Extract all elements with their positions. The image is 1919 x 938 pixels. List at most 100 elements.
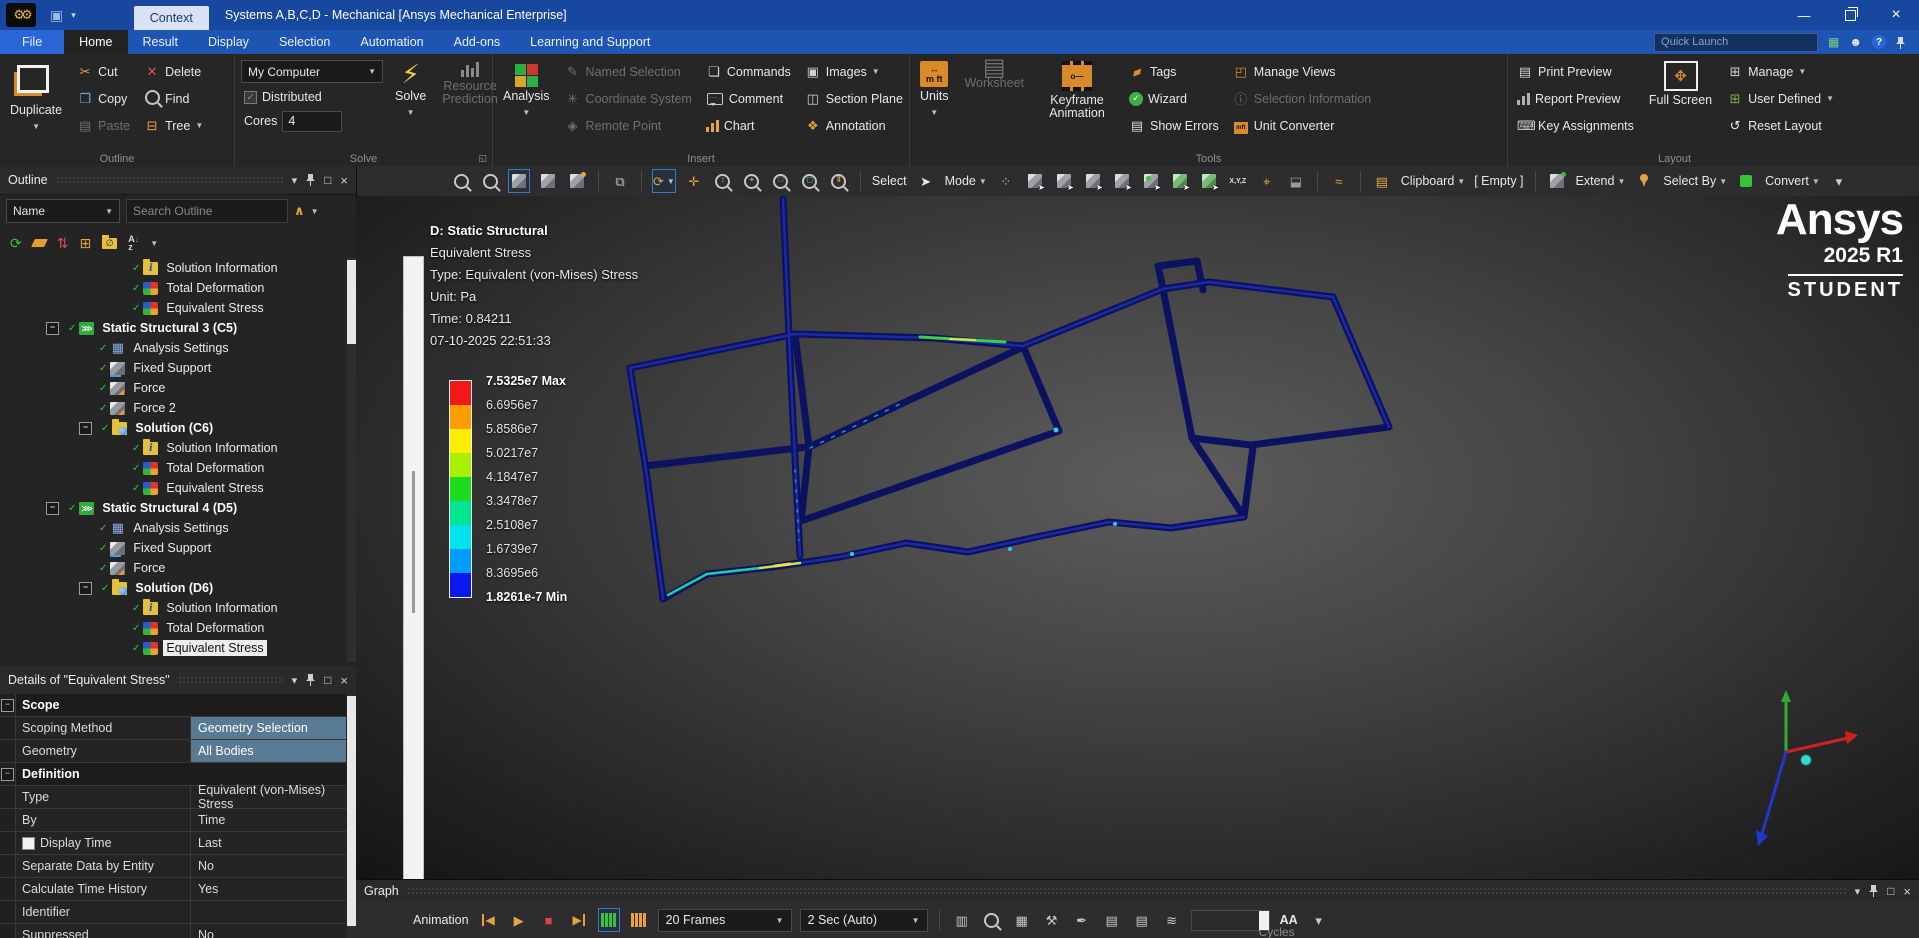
last-frame-button[interactable]: ▶ bbox=[568, 908, 590, 932]
sort-icon[interactable]: ⇅ bbox=[57, 235, 69, 252]
tree-item[interactable]: ✓ Force 2 bbox=[0, 398, 346, 418]
find-button[interactable]: Find bbox=[141, 85, 206, 112]
menu-item-learning-and-support[interactable]: Learning and Support bbox=[515, 30, 665, 54]
eraser-icon[interactable] bbox=[30, 239, 48, 247]
user-icon[interactable]: ☻ bbox=[1849, 35, 1862, 49]
refresh-icon[interactable]: ⟳ bbox=[10, 235, 22, 252]
menu-item-result[interactable]: Result bbox=[128, 30, 193, 54]
frames-select[interactable]: 20 Frames ▼ bbox=[657, 908, 792, 932]
node-select-icon[interactable]: ➤ bbox=[1140, 169, 1162, 193]
details-value[interactable]: No bbox=[191, 924, 346, 938]
outline-close-icon[interactable]: × bbox=[340, 173, 348, 188]
search-options-caret-icon[interactable]: ▼ bbox=[311, 207, 319, 216]
hidden-items-folder-icon[interactable]: ∅ bbox=[102, 234, 118, 249]
cores-field[interactable]: Cores 4 bbox=[241, 110, 383, 132]
details-value[interactable] bbox=[191, 901, 346, 923]
expander-icon[interactable]: − bbox=[46, 321, 59, 335]
manage-button[interactable]: ⊞ Manage ▼ bbox=[1724, 58, 1837, 85]
zoom-to-selection-icon[interactable]: ‖ bbox=[828, 169, 850, 193]
duration-select[interactable]: 2 Sec (Auto) ▼ bbox=[799, 908, 928, 932]
key-assignments-button[interactable]: ⌨ Key Assignments bbox=[1514, 112, 1637, 139]
show-errors-button[interactable]: ▤ Show Errors bbox=[1126, 112, 1222, 139]
display-time-checkbox[interactable] bbox=[22, 836, 35, 850]
save-icon[interactable]: ▣ bbox=[50, 7, 63, 24]
full-screen-button[interactable]: ✥ Full Screen bbox=[1645, 58, 1716, 110]
convert-dropdown[interactable]: Convert ▼ bbox=[1764, 169, 1821, 193]
tree-item[interactable]: ✓ Equivalent Stress bbox=[0, 298, 346, 318]
details-value[interactable]: Geometry Selection bbox=[191, 717, 346, 739]
tree-item[interactable]: ✓ Fixed Support bbox=[0, 358, 346, 378]
search-up-chevron-icon[interactable]: ∧ bbox=[294, 203, 305, 219]
path-icon[interactable]: ≈ bbox=[1328, 169, 1350, 193]
first-frame-button[interactable]: ◀ bbox=[478, 908, 500, 932]
vertex-select-icon[interactable]: ➤ bbox=[1024, 169, 1046, 193]
look-at-face-icon[interactable] bbox=[537, 169, 559, 193]
minimize-button[interactable]: — bbox=[1781, 0, 1827, 30]
element-face-select-icon[interactable]: ➤ bbox=[1198, 169, 1220, 193]
extend-icon[interactable] bbox=[1546, 169, 1568, 193]
tree-item[interactable]: − ✓ ⋙ Static Structural 4 (D5) bbox=[0, 498, 346, 518]
graph-close-icon[interactable]: × bbox=[1903, 884, 1911, 899]
waveform-button[interactable]: ≋ bbox=[1161, 908, 1183, 932]
expand-all-icon[interactable]: ⊞ bbox=[79, 235, 91, 252]
xyz-pick-icon[interactable]: X,Y,Z bbox=[1227, 169, 1249, 193]
tree-button[interactable]: ⊟ Tree ▼ bbox=[141, 112, 206, 139]
export-video-button[interactable]: ▥ bbox=[951, 908, 973, 932]
zoom-fit-icon[interactable]: ◻ bbox=[799, 169, 821, 193]
result-contours-button[interactable] bbox=[597, 908, 620, 932]
box-zoom-icon[interactable]: □ bbox=[770, 169, 792, 193]
group-expander-icon[interactable]: − bbox=[1, 767, 14, 781]
graph-maximize-icon[interactable]: □ bbox=[1887, 884, 1894, 898]
quick-launch-input[interactable] bbox=[1654, 32, 1819, 52]
zoom-icon[interactable]: ↕ bbox=[712, 169, 734, 193]
quick-access-caret-icon[interactable]: ▾ bbox=[71, 10, 76, 21]
film-strip-a-button[interactable]: ▤ bbox=[1101, 908, 1123, 932]
solve-dialog-launcher-icon[interactable]: ◱ bbox=[478, 153, 487, 164]
delete-button[interactable]: ✕ Delete bbox=[141, 58, 206, 85]
details-value[interactable]: No bbox=[191, 855, 346, 877]
graph-pin-icon[interactable] bbox=[1869, 885, 1879, 897]
menu-item-selection[interactable]: Selection bbox=[264, 30, 345, 54]
outline-maximize-icon[interactable]: □ bbox=[324, 173, 331, 187]
face-select-icon[interactable]: ➤ bbox=[1082, 169, 1104, 193]
geometry-viewport[interactable]: D: Static Structural Equivalent Stress Typ… bbox=[356, 196, 1919, 880]
details-value[interactable]: All Bodies bbox=[191, 740, 346, 762]
cycles-input[interactable]: 3 Cycles bbox=[1190, 909, 1295, 938]
outline-search-input[interactable] bbox=[126, 199, 288, 223]
menu-item-file[interactable]: File bbox=[0, 30, 65, 54]
toolbar-overflow-icon[interactable]: ▾ bbox=[1828, 169, 1850, 193]
body-select-icon[interactable]: ➤ bbox=[1111, 169, 1133, 193]
user-defined-button[interactable]: ⊞ User Defined ▼ bbox=[1724, 85, 1837, 112]
clipboard-dropdown[interactable]: Clipboard ▼ bbox=[1400, 169, 1466, 193]
menu-item-automation[interactable]: Automation bbox=[345, 30, 438, 54]
tree-item[interactable]: ✓ Total Deformation bbox=[0, 278, 346, 298]
clipboard-icon[interactable]: ▤ bbox=[1371, 169, 1393, 193]
menu-item-add-ons[interactable]: Add-ons bbox=[439, 30, 516, 54]
manage-views-button[interactable]: ◰ Manage Views bbox=[1230, 58, 1374, 85]
probe-button[interactable]: ✒ bbox=[1071, 908, 1093, 932]
details-value[interactable]: Time bbox=[191, 809, 346, 831]
section-plane-button[interactable]: ◫ Section Plane bbox=[802, 85, 906, 112]
analysis-button[interactable]: Analysis ▼ bbox=[499, 58, 554, 122]
mode-dropdown[interactable]: Mode ▼ bbox=[944, 169, 988, 193]
tabular-data-button[interactable]: ▦ bbox=[1011, 908, 1033, 932]
solve-button[interactable]: ⚡ Solve ▼ bbox=[391, 58, 430, 122]
tree-item[interactable]: ✓ Equivalent Stress bbox=[0, 478, 346, 498]
tools-button[interactable]: ⚒ bbox=[1041, 908, 1063, 932]
restore-button[interactable] bbox=[1827, 0, 1873, 30]
outline-toolbar-caret-icon[interactable]: ▼ bbox=[150, 239, 158, 248]
help-icon[interactable]: ? bbox=[1872, 35, 1886, 49]
keyframe-animation-button[interactable]: o— Keyframe Animation bbox=[1036, 58, 1118, 123]
graph-menu-icon[interactable]: ▾ bbox=[1855, 885, 1861, 898]
mode-cursor-icon[interactable]: ➤ bbox=[915, 169, 937, 193]
label-icon[interactable]: ⬓ bbox=[1285, 169, 1307, 193]
extend-dropdown[interactable]: Extend ▼ bbox=[1575, 169, 1627, 193]
tree-item[interactable]: ✓ ▦ Analysis Settings bbox=[0, 338, 346, 358]
expander-icon[interactable]: − bbox=[79, 581, 92, 595]
reset-layout-button[interactable]: ↺ Reset Layout bbox=[1724, 112, 1837, 139]
outline-filter-select[interactable]: Name ▼ bbox=[6, 199, 120, 223]
coordinates-pick-icon[interactable]: ⌖ bbox=[1256, 169, 1278, 193]
pan-icon[interactable]: ✛ bbox=[683, 169, 705, 193]
isometric-view-icon[interactable] bbox=[508, 169, 530, 193]
select-pairs-icon[interactable]: ⁘ bbox=[995, 169, 1017, 193]
